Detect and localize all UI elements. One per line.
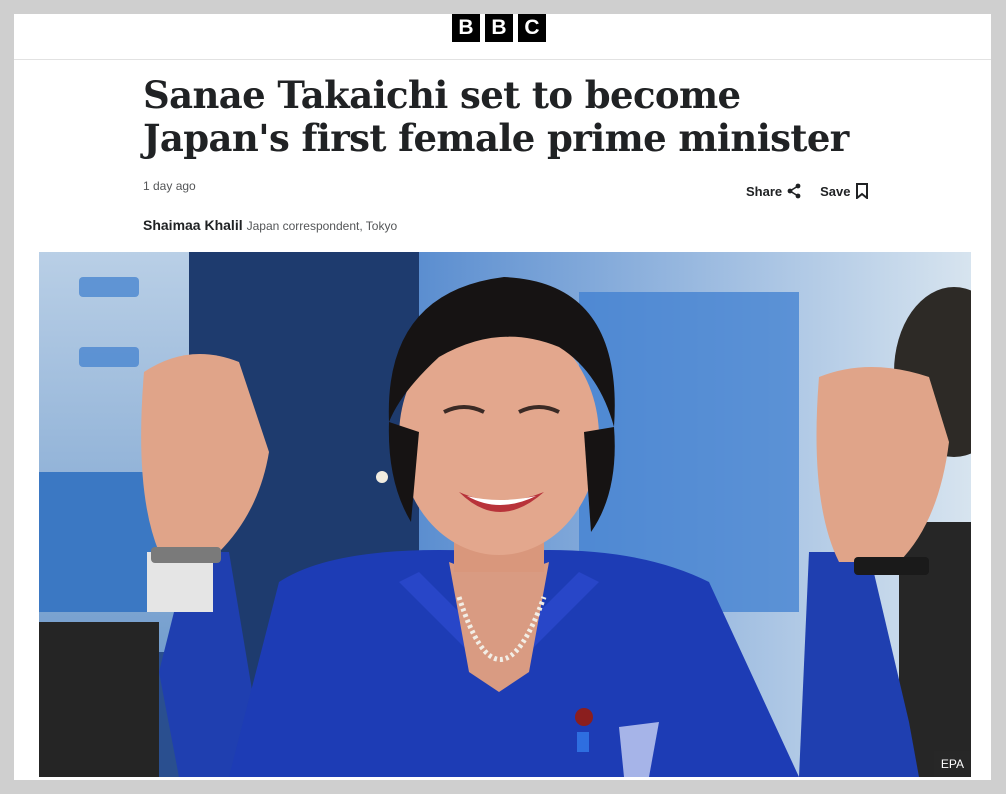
author-role: Japan correspondent, Tokyo	[246, 219, 398, 233]
save-button[interactable]: Save	[820, 183, 868, 199]
page-frame: B B C Sanae Takaichi set to become Japan…	[14, 14, 991, 780]
hero-photo	[39, 252, 971, 777]
masthead: B B C	[14, 14, 991, 60]
author-name[interactable]: Shaimaa Khalil	[143, 217, 243, 233]
bbc-logo[interactable]: B B C	[452, 14, 546, 42]
article-headline: Sanae Takaichi set to become Japan's fir…	[143, 73, 849, 160]
share-icon	[787, 183, 801, 199]
article-actions: Share Save	[746, 183, 869, 199]
bbc-logo-letter: C	[518, 14, 546, 42]
byline: Shaimaa Khalil Japan correspondent, Toky…	[143, 217, 397, 233]
bbc-logo-letter: B	[452, 14, 480, 42]
article-timestamp: 1 day ago	[143, 179, 196, 193]
photo-credit: EPA	[933, 751, 971, 777]
save-label: Save	[820, 183, 851, 199]
bookmark-icon	[855, 183, 868, 199]
share-button[interactable]: Share	[746, 183, 802, 199]
share-label: Share	[746, 183, 783, 199]
bbc-logo-letter: B	[485, 14, 513, 42]
hero-image: EPA	[39, 252, 971, 777]
